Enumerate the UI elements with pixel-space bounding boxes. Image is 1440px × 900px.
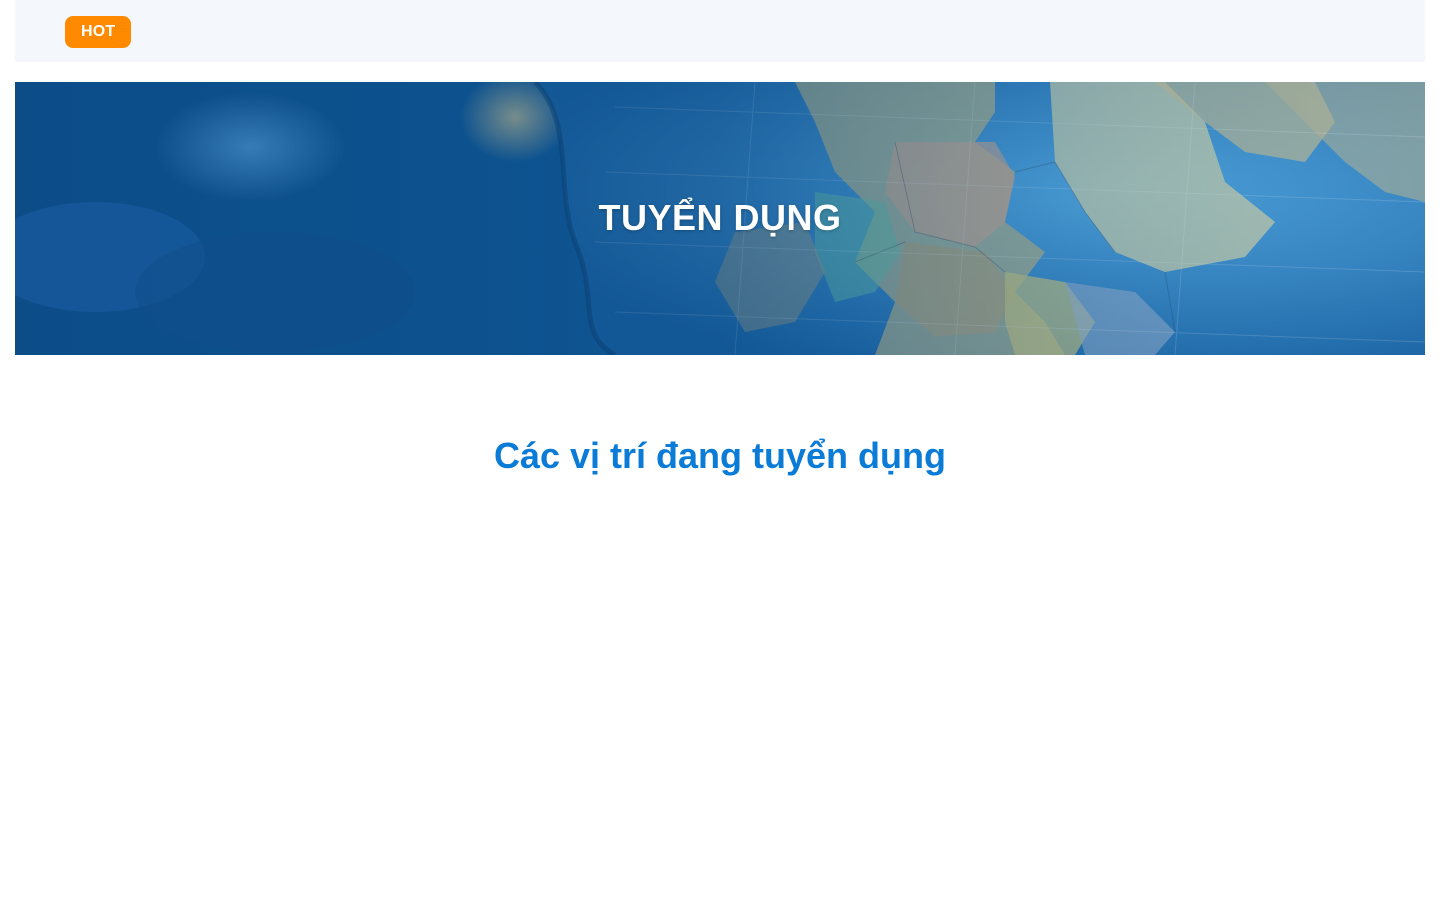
section-title: Các vị trí đang tuyển dụng [493, 435, 947, 476]
hot-badge[interactable]: HOT [65, 16, 132, 48]
hero-banner: TUYỂN DỤNG [15, 82, 1425, 355]
hero-title: TUYỂN DỤNG [598, 196, 842, 238]
top-bar: HOT [15, 0, 1425, 62]
